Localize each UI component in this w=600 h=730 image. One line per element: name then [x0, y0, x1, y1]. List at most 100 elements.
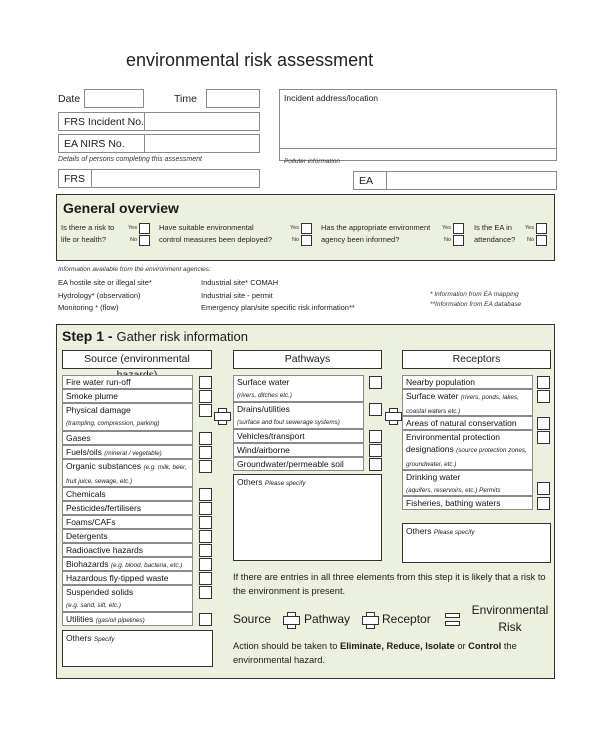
ea-nirs-field[interactable]: [146, 135, 259, 152]
q4-no-checkbox[interactable]: [536, 235, 547, 246]
q2-no-checkbox[interactable]: [301, 235, 312, 246]
step1-heading: Step 1 - Gather risk information: [62, 328, 248, 344]
checklist-checkbox[interactable]: [199, 558, 212, 571]
checklist-item: Smoke plume: [62, 389, 193, 403]
checklist-item: Surface water (rivers, ponds, lakes, coa…: [402, 389, 533, 416]
ea-nirs-label: EA NIRS No.: [59, 135, 145, 152]
checklist-checkbox[interactable]: [369, 376, 382, 389]
frs-label: FRS: [59, 170, 92, 187]
step1-action: Action should be taken to Eliminate, Red…: [233, 639, 553, 667]
checklist-checkbox[interactable]: [199, 488, 212, 501]
checklist-checkbox[interactable]: [199, 446, 212, 459]
checklist-checkbox[interactable]: [537, 497, 550, 510]
agency-info-item: Monitoring * (flow): [58, 303, 119, 312]
checklist-checkbox[interactable]: [537, 376, 550, 389]
checklist-item-label: Utilities: [66, 614, 94, 624]
checklist-checkbox[interactable]: [537, 390, 550, 403]
others-label: Others: [66, 633, 92, 643]
time-field[interactable]: [206, 89, 260, 108]
checklist-checkbox[interactable]: [199, 404, 212, 417]
polluter-field[interactable]: Polluter information: [279, 148, 557, 165]
plus-icon: [214, 408, 231, 425]
action-control: Control: [468, 641, 502, 651]
pathways-others-field[interactable]: Others Please specify: [233, 474, 382, 561]
q2-yes-checkbox[interactable]: [301, 223, 312, 234]
agency-footnotes: * Information from EA mapping **Informat…: [430, 290, 521, 310]
receptors-others-field[interactable]: Others Please specify: [402, 523, 551, 563]
checklist-item-label: Wind/airborne: [237, 445, 290, 455]
checklist-checkbox[interactable]: [369, 444, 382, 457]
checklist-item-label: Gases: [66, 433, 91, 443]
action-prefix: Action should be taken to: [233, 641, 340, 651]
agency-info-col1: EA hostile site or illegal site* Hydrolo…: [58, 277, 152, 315]
checklist-checkbox[interactable]: [199, 460, 212, 473]
date-field[interactable]: [84, 89, 144, 108]
checklist-item-label: Foams/CAFs: [66, 517, 116, 527]
general-overview-heading: General overview: [63, 200, 179, 216]
q1-yes-checkbox[interactable]: [139, 223, 150, 234]
checklist-checkbox[interactable]: [199, 544, 212, 557]
q3-no-checkbox[interactable]: [453, 235, 464, 246]
checklist-checkbox[interactable]: [369, 458, 382, 471]
incident-address-field[interactable]: Incident address/location: [279, 89, 557, 149]
date-label: Date: [58, 93, 81, 105]
ea-field[interactable]: [388, 172, 556, 189]
agency-info-item: Emergency plan/site specific risk inform…: [201, 303, 355, 312]
action-or: or: [454, 641, 469, 651]
question-agency-informed: Has the appropriate environment agency b…: [321, 222, 430, 246]
agency-info-item: Industrial site* COMAH: [201, 278, 279, 287]
no-label: No: [129, 237, 137, 243]
checklist-item-label: Surface water: [406, 391, 459, 401]
checklist-checkbox[interactable]: [199, 432, 212, 445]
frs-row: FRS: [58, 169, 260, 188]
frs-incident-field[interactable]: [146, 113, 259, 130]
checklist-checkbox[interactable]: [537, 482, 550, 495]
yes-label: Yes: [128, 225, 137, 231]
checklist-checkbox[interactable]: [199, 516, 212, 529]
source-others-field[interactable]: Others Specify: [62, 630, 213, 667]
checklist-item-label: Biohazards: [66, 559, 109, 569]
checklist-checkbox[interactable]: [537, 431, 550, 444]
checklist-item-label: Suspended solids: [66, 587, 134, 597]
checklist-item-label: Chemicals: [66, 489, 106, 499]
checklist-item: Organic substances (e.g. milk, beer, fru…: [62, 459, 193, 487]
checklist-checkbox[interactable]: [199, 613, 212, 626]
checklist-checkbox[interactable]: [369, 430, 382, 443]
q3-yes-checkbox[interactable]: [453, 223, 464, 234]
checklist-item: Fisheries, bathing waters: [402, 496, 533, 510]
checklist-item: Suspended solids (e.g. sand, silt, etc.): [62, 585, 193, 612]
checklist-checkbox[interactable]: [199, 390, 212, 403]
checklist-item: Radioactive hazards: [62, 543, 193, 557]
checklist-checkbox[interactable]: [199, 530, 212, 543]
checklist-checkbox[interactable]: [199, 376, 212, 389]
checklist-item-label: Fuels/oils: [66, 447, 102, 457]
question-control-measures: Have suitable environmental control meas…: [159, 222, 272, 246]
footnote: * Information from EA mapping: [430, 291, 519, 298]
checklist-item-hint: (e.g. sand, silt, etc.): [66, 602, 121, 609]
checklist-item-hint: (gas/oil pipelines): [95, 617, 145, 624]
checklist-item: Drinking water (aquifers, reservoirs, etc…: [402, 470, 533, 496]
plus-icon: [385, 408, 402, 425]
equation-result-line1: Environmental: [471, 603, 549, 617]
checklist-checkbox[interactable]: [199, 586, 212, 599]
checklist-item: Vehicles/transport: [233, 429, 364, 443]
checklist-item: Fuels/oils (mineral / vegetable): [62, 445, 193, 459]
checklist-checkbox[interactable]: [537, 417, 550, 430]
checklist-checkbox[interactable]: [369, 403, 382, 416]
yes-label: Yes: [290, 225, 299, 231]
agency-info-item: Industrial site - permit: [201, 290, 273, 300]
others-label: Others: [237, 477, 263, 487]
checklist-item-label: Smoke plume: [66, 391, 118, 401]
equation-pathway: Pathway: [304, 612, 351, 626]
checklist-item: Utilities (gas/oil pipelines): [62, 612, 193, 626]
action-isolate: Isolate: [425, 641, 455, 651]
no-label: No: [526, 237, 534, 243]
checklist-item-label: Areas of natural conservation: [406, 418, 517, 428]
checklist-item: Drains/utilities (surface and foul sewera…: [233, 402, 364, 429]
checklist-item-hint: (surface and foul sewerage systems): [237, 419, 340, 426]
frs-field[interactable]: [93, 170, 259, 187]
q4-yes-checkbox[interactable]: [536, 223, 547, 234]
checklist-checkbox[interactable]: [199, 502, 212, 515]
q1-no-checkbox[interactable]: [139, 235, 150, 246]
checklist-checkbox[interactable]: [199, 572, 212, 585]
